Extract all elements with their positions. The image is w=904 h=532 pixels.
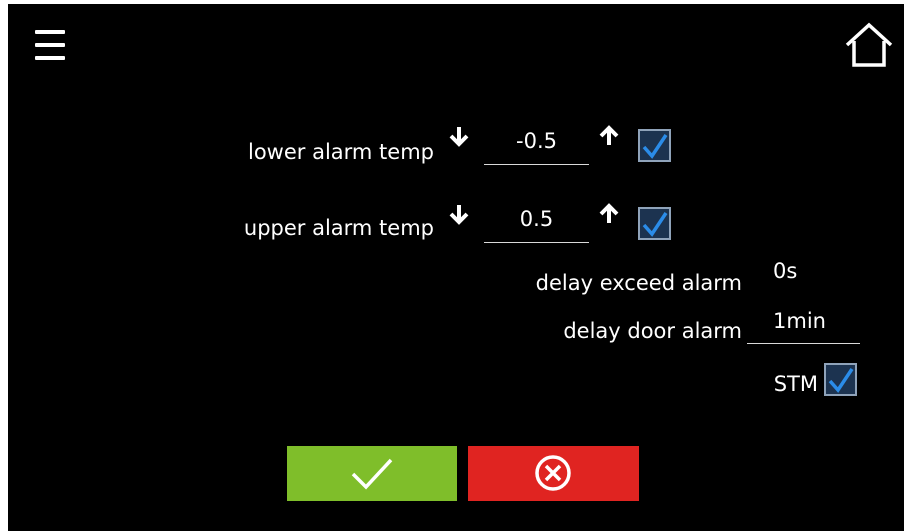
upper-alarm-temp-label: upper alarm temp (243, 216, 434, 240)
delay-exceed-alarm-value[interactable]: 0s (773, 259, 797, 283)
checkmark-icon (828, 368, 854, 393)
arrow-up-icon[interactable] (599, 203, 619, 225)
hamburger-menu-icon[interactable] (35, 28, 65, 62)
arrow-down-icon[interactable] (449, 203, 469, 225)
circle-x-icon (535, 455, 571, 491)
home-icon[interactable] (844, 22, 894, 68)
delay-door-alarm-input[interactable]: 1min (747, 306, 860, 344)
lower-alarm-enable-checkbox[interactable] (638, 129, 671, 162)
cancel-button[interactable] (468, 446, 639, 501)
checkmark-icon (642, 134, 668, 159)
arrow-down-icon[interactable] (449, 125, 469, 147)
lower-alarm-temp-input[interactable]: -0.5 (484, 126, 589, 165)
lower-alarm-temp-label: lower alarm temp (248, 140, 434, 164)
delay-exceed-alarm-label: delay exceed alarm (535, 271, 742, 295)
arrow-up-icon[interactable] (599, 125, 619, 147)
stm-checkbox[interactable] (824, 363, 857, 396)
stm-label: STM (773, 372, 818, 396)
delay-door-alarm-label: delay door alarm (563, 319, 742, 343)
alarm-settings-screen: lower alarm temp -0.5 upper alarm temp 0… (8, 4, 904, 531)
upper-alarm-temp-input[interactable]: 0.5 (484, 204, 589, 243)
checkmark-icon (351, 458, 393, 490)
confirm-button[interactable] (287, 446, 457, 501)
checkmark-icon (642, 212, 668, 237)
upper-alarm-enable-checkbox[interactable] (638, 207, 671, 240)
